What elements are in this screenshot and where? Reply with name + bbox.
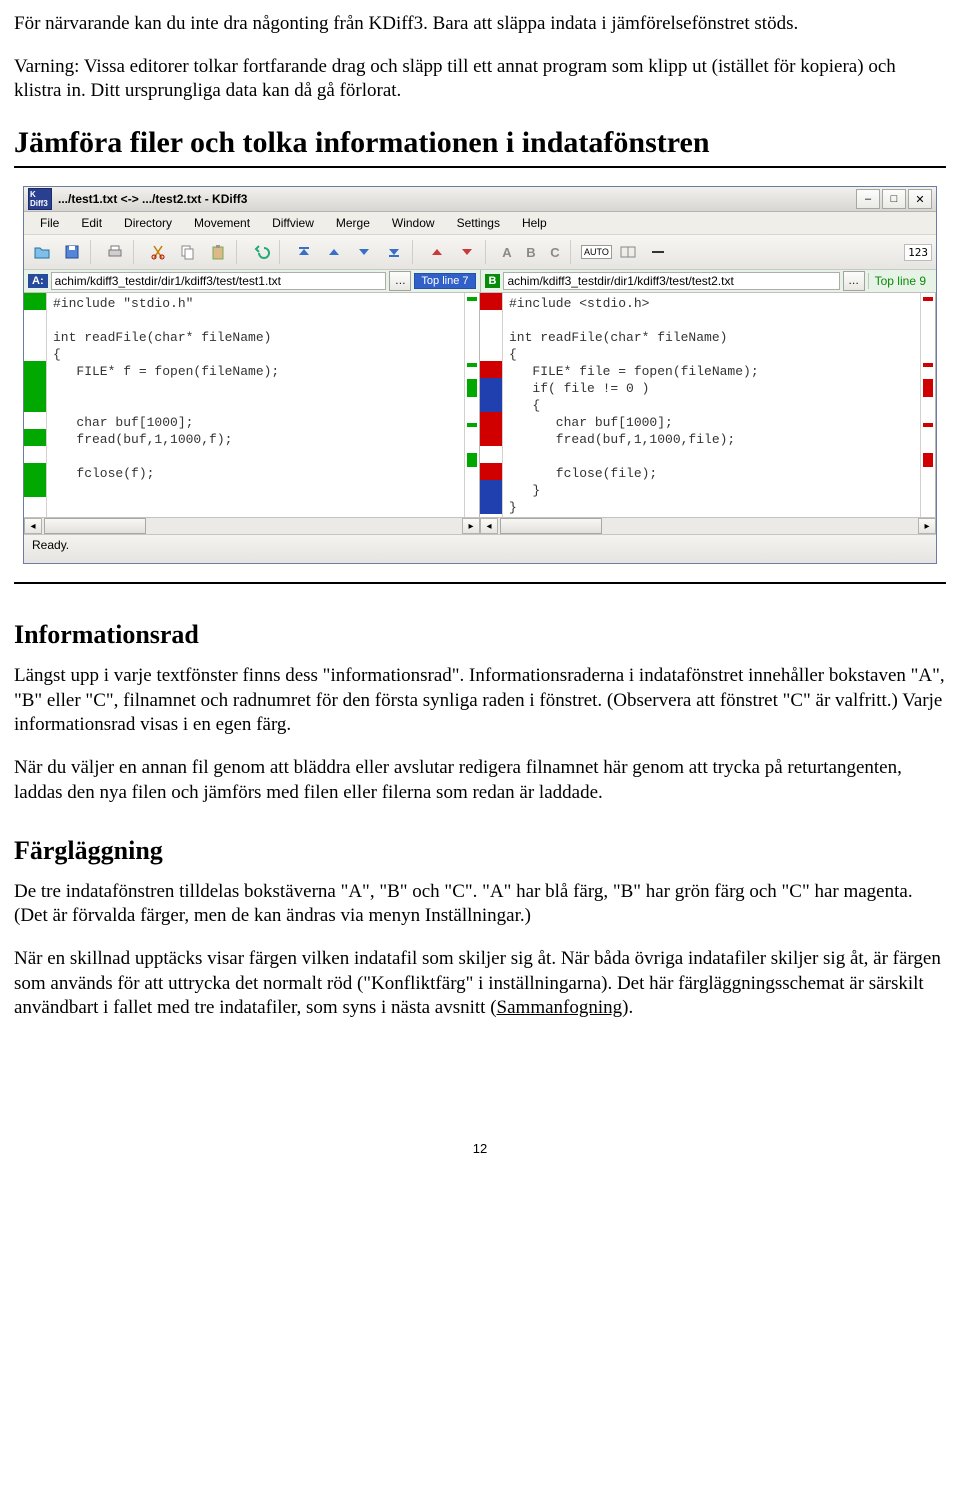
select-b-button[interactable]: B xyxy=(520,245,542,260)
copy-icon[interactable] xyxy=(174,238,202,266)
titlebar[interactable]: K Diff3 .../test1.txt <-> .../test2.txt … xyxy=(24,187,936,212)
section-heading: Jämföra filer och tolka informationen i … xyxy=(14,126,946,160)
split-icon[interactable] xyxy=(614,238,642,266)
sammanfogning-link[interactable]: Sammanfogning xyxy=(497,997,623,1018)
app-icon: K Diff3 xyxy=(28,188,52,210)
menu-window[interactable]: Window xyxy=(382,214,445,232)
scroll-right-icon-b[interactable]: ▸ xyxy=(918,518,936,534)
maximize-button[interactable]: □ xyxy=(882,189,906,209)
save-icon[interactable] xyxy=(58,238,86,266)
file-a-path-input[interactable]: achim/kdiff3_testdir/dir1/kdiff3/test/te… xyxy=(51,272,387,290)
status-bar: Ready. xyxy=(24,534,936,563)
pane-b[interactable]: #include <stdio.h> int readFile(char* fi… xyxy=(480,293,936,517)
path-row: A: achim/kdiff3_testdir/dir1/kdiff3/test… xyxy=(24,270,936,293)
menu-movement[interactable]: Movement xyxy=(184,214,260,232)
menu-help[interactable]: Help xyxy=(512,214,557,232)
section-rule-bottom xyxy=(14,582,946,584)
auto-merge-button[interactable]: AUTO xyxy=(581,245,612,259)
prev-diff-icon[interactable] xyxy=(320,238,348,266)
close-button[interactable]: ✕ xyxy=(908,189,932,209)
line-numbers-button[interactable]: 123 xyxy=(904,244,932,261)
menu-settings[interactable]: Settings xyxy=(447,214,510,232)
gutter-b xyxy=(480,293,503,517)
file-b-label: B xyxy=(485,274,501,288)
select-c-button[interactable]: C xyxy=(544,245,566,260)
file-a-browse-button[interactable]: … xyxy=(389,271,411,291)
overview-b[interactable] xyxy=(920,293,935,517)
kdiff3-window: K Diff3 .../test1.txt <-> .../test2.txt … xyxy=(23,186,937,564)
informationsrad-p1: Längst upp i varje textfönster finns des… xyxy=(14,664,946,738)
code-a[interactable]: #include "stdio.h" int readFile(char* fi… xyxy=(47,293,464,517)
file-a-topline: Top line 7 xyxy=(414,273,475,289)
farglaggning-p2: När en skillnad upptäcks visar färgen vi… xyxy=(14,947,946,1021)
farglaggning-p1: De tre indatafönstren tilldelas bokstäve… xyxy=(14,880,946,929)
scroll-thumb-a[interactable] xyxy=(44,518,146,534)
farglaggning-heading: Färgläggning xyxy=(14,836,946,866)
menu-directory[interactable]: Directory xyxy=(114,214,182,232)
gutter-a xyxy=(24,293,47,517)
minimize-button[interactable]: – xyxy=(856,189,880,209)
toolbar: A B C AUTO 123 xyxy=(24,235,936,270)
intro-paragraph-2: Varning: Vissa editorer tolkar fortfaran… xyxy=(14,55,946,104)
select-a-button[interactable]: A xyxy=(496,245,518,260)
menu-edit[interactable]: Edit xyxy=(71,214,112,232)
page-number: 12 xyxy=(14,1141,946,1156)
diff-area: #include "stdio.h" int readFile(char* fi… xyxy=(24,293,936,517)
file-b-browse-button[interactable]: … xyxy=(843,271,865,291)
scroll-left-icon[interactable]: ◂ xyxy=(24,518,42,534)
informationsrad-p2: När du väljer en annan fil genom att blä… xyxy=(14,756,946,805)
file-a-label: A: xyxy=(28,274,48,288)
unsplit-icon[interactable] xyxy=(644,238,672,266)
next-diff-icon[interactable] xyxy=(350,238,378,266)
first-diff-icon[interactable] xyxy=(290,238,318,266)
cut-icon[interactable] xyxy=(144,238,172,266)
paste-icon[interactable] xyxy=(204,238,232,266)
next-conflict-icon[interactable] xyxy=(453,238,481,266)
menu-diffview[interactable]: Diffview xyxy=(262,214,324,232)
scroll-thumb-b[interactable] xyxy=(500,518,602,534)
code-b[interactable]: #include <stdio.h> int readFile(char* fi… xyxy=(503,293,920,517)
menubar: File Edit Directory Movement Diffview Me… xyxy=(24,212,936,235)
prev-conflict-icon[interactable] xyxy=(423,238,451,266)
file-b-topline: Top line 9 xyxy=(868,273,932,289)
section-rule-top xyxy=(14,166,946,168)
horizontal-scrollbar[interactable]: ◂ ▸ ◂ ▸ xyxy=(24,517,936,534)
undo-icon[interactable] xyxy=(247,238,275,266)
open-icon[interactable] xyxy=(28,238,56,266)
last-diff-icon[interactable] xyxy=(380,238,408,266)
scroll-left-icon-b[interactable]: ◂ xyxy=(480,518,498,534)
intro-paragraph-1: För närvarande kan du inte dra någonting… xyxy=(14,12,946,37)
window-title: .../test1.txt <-> .../test2.txt - KDiff3 xyxy=(58,192,856,206)
menu-file[interactable]: File xyxy=(30,214,69,232)
menu-merge[interactable]: Merge xyxy=(326,214,380,232)
pane-a[interactable]: #include "stdio.h" int readFile(char* fi… xyxy=(24,293,480,517)
file-b-path-input[interactable]: achim/kdiff3_testdir/dir1/kdiff3/test/te… xyxy=(503,272,839,290)
print-icon[interactable] xyxy=(101,238,129,266)
overview-a[interactable] xyxy=(464,293,479,517)
scroll-right-icon[interactable]: ▸ xyxy=(462,518,480,534)
informationsrad-heading: Informationsrad xyxy=(14,620,946,650)
